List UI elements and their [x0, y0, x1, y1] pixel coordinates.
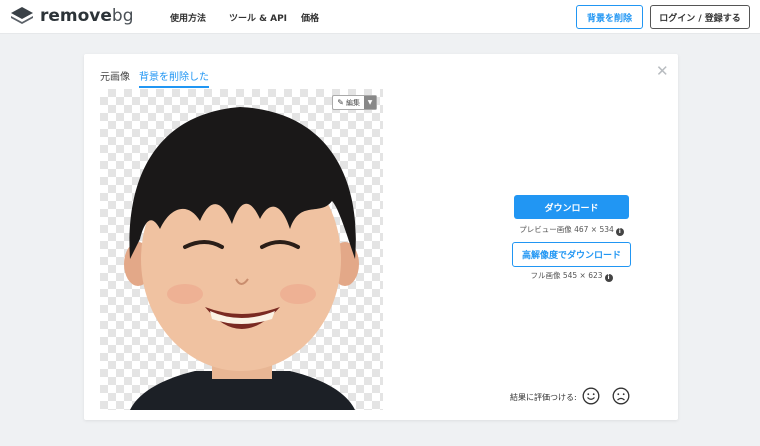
logo-text-main: remove — [40, 6, 112, 26]
top-header: removebg 使用方法 ツール & API 価格 背景を削除 ログイン / … — [0, 0, 760, 34]
chevron-down-icon[interactable]: ▼ — [364, 96, 376, 109]
info-icon[interactable]: i — [615, 228, 624, 236]
info-icon[interactable]: i — [604, 274, 613, 282]
nav-how-to-use[interactable]: 使用方法 — [170, 11, 206, 24]
frown-face-icon[interactable] — [612, 387, 630, 405]
close-icon[interactable]: ✕ — [656, 62, 669, 80]
cutout-subject-image — [124, 107, 359, 410]
logo-text-bg: bg — [111, 6, 134, 26]
tab-original-image[interactable]: 元画像 — [100, 68, 130, 83]
login-signup-button[interactable]: ログイン / 登録する — [650, 5, 750, 29]
pencil-icon: ✎ — [337, 98, 344, 107]
rate-result-label: 結果に評価つける: — [510, 393, 577, 402]
nav-tools-api[interactable]: ツール & API — [229, 11, 287, 24]
tab-background-removed[interactable]: 背景を削除した — [139, 68, 209, 88]
logo-layers-icon — [11, 7, 33, 24]
download-button[interactable]: ダウンロード — [514, 195, 629, 219]
logo[interactable]: removebg — [10, 6, 134, 26]
nav-pricing[interactable]: 価格 — [301, 11, 319, 24]
smile-face-icon[interactable] — [582, 387, 600, 405]
result-card: 元画像 背景を削除した ✕ ✎ 編集 ▼ ダウンロード プレビュー画像 467 … — [84, 54, 678, 420]
edit-dropdown-button[interactable]: ✎ 編集 ▼ — [332, 95, 377, 110]
remove-background-button[interactable]: 背景を削除 — [576, 5, 643, 29]
edit-label: 編集 — [346, 98, 360, 107]
hd-download-button[interactable]: 高解像度でダウンロード — [512, 242, 631, 267]
result-preview-image: ✎ 編集 ▼ — [100, 89, 383, 410]
preview-size-text: プレビュー画像 467 × 534 i — [514, 224, 629, 236]
full-size-text: フル画像 545 × 623 i — [514, 270, 629, 282]
